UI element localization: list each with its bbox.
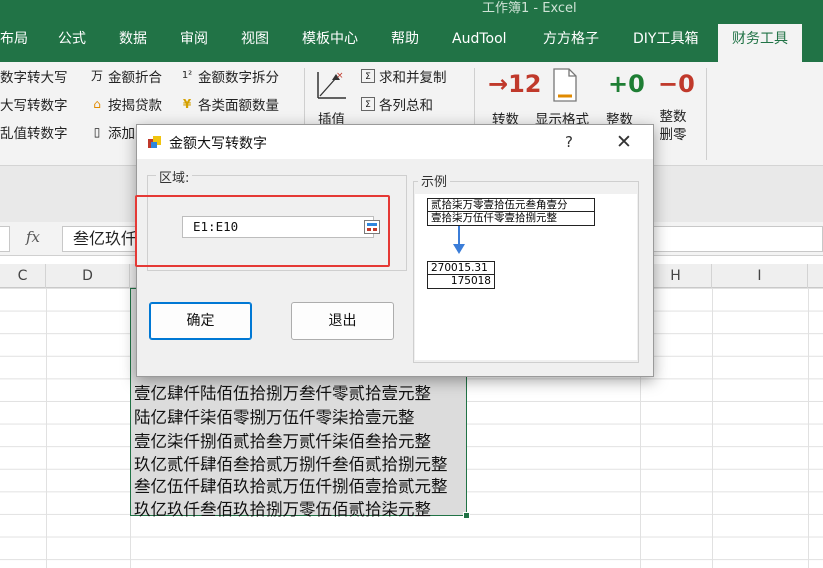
tab-help[interactable]: 帮助 [391,24,419,54]
upper-to-number-label: 大写转数字 [0,98,68,114]
upper-to-number-dialog: 金额大写转数字 ? ✕ 区域: E1:E10 确定 退出 示例 贰拾柒万零壹拾伍… [135,124,654,377]
wan-icon: 万 [90,69,103,83]
column-header-d[interactable]: D [46,264,130,288]
tab-data[interactable]: 数据 [119,24,147,54]
excel-title-bar: 工作簿1 - Excel 布局 公式 数据 审阅 视图 模板中心 帮助 AudT… [0,0,823,62]
cell-e6[interactable]: 陆亿肆仟柒佰零捌万伍仟零柒拾壹元整 [134,404,415,428]
help-button[interactable]: ? [557,130,581,154]
example-upper-2: 壹拾柒万伍仟零壹拾捌元整 [427,211,595,226]
tab-view[interactable]: 视图 [241,24,269,54]
amount-convert-label: 金额折合 [108,70,162,86]
add-button[interactable]: ▯ 添加 [90,122,135,142]
convert-number-icon: →12 [488,70,542,98]
mortgage-button[interactable]: ⌂ 按揭贷款 [90,94,162,114]
example-label: 示例 [418,171,451,190]
integer-remove-zero-label[interactable]: 整数删零 [657,108,689,144]
svg-text:×: × [336,71,344,81]
document-icon [552,68,578,102]
fill-handle[interactable] [463,512,470,519]
cell-e5[interactable]: 壹亿肆仟陆佰伍拾捌万叁仟零贰拾壹元整 [134,380,431,404]
cell-e7[interactable]: 壹亿柒仟捌佰贰拾叁万贰仟柒佰叁拾元整 [134,428,431,452]
cell-e10[interactable]: 玖亿玖仟叁佰玖拾捌万零伍佰贰拾柒元整 [134,496,431,520]
amount-convert-button[interactable]: 万 金额折合 [90,66,162,86]
example-group: 示例 贰拾柒万零壹拾伍元叁角壹分 壹拾柒万伍仟零壹拾捌元整 270015.31 … [413,171,639,363]
add-label: 添加 [108,126,135,142]
arrow-down-icon [451,226,467,256]
ok-button[interactable]: 确定 [149,302,252,340]
sigma-icon: Σ [361,97,375,111]
number-to-upper-button[interactable]: 数字转大写 [0,66,68,86]
window-title: 工作簿1 - Excel [482,1,577,16]
cell-e9[interactable]: 叁亿伍仟肆佰玖拾贰万伍仟捌佰壹拾贰元整 [134,473,448,497]
upper-to-number-button[interactable]: 大写转数字 [0,94,68,114]
grid-line [46,288,47,568]
tab-audtool[interactable]: AudTool [452,24,507,54]
column-totals-label: 各列总和 [379,98,433,114]
tab-template-center[interactable]: 模板中心 [302,24,358,54]
bookmark-icon: ▯ [93,125,101,139]
app-icon [147,134,163,150]
fx-icon[interactable]: fx [26,228,40,246]
grid-line [808,288,809,568]
yen-icon: ¥ [182,97,192,111]
tab-review[interactable]: 审阅 [180,24,208,54]
column-header-i[interactable]: I [712,264,808,288]
integer-icon: +0 [608,70,645,98]
insert-value-icon: × [312,66,352,102]
house-icon: ⌂ [93,97,101,111]
number-to-upper-label: 数字转大写 [0,70,68,86]
area-label: 区域: [156,167,193,186]
tab-finance-tools[interactable]: 财务工具 [718,24,802,62]
messy-to-number-button[interactable]: 乱值转数字 [0,122,68,142]
ribbon-separator [706,68,707,160]
digits-icon: 1² [181,70,193,81]
example-panel: 贰拾柒万零壹拾伍元叁角壹分 壹拾柒万伍仟零壹拾捌元整 270015.31 175… [415,194,637,360]
tab-formulas[interactable]: 公式 [58,24,86,54]
grid-line [712,288,713,568]
tab-fangfangezi[interactable]: 方方格子 [543,24,599,54]
dialog-title: 金额大写转数字 [169,136,267,152]
exit-button[interactable]: 退出 [291,302,394,340]
column-totals-button[interactable]: Σ 各列总和 [361,94,433,114]
highlight-annotation [135,195,390,267]
denomination-count-label: 各类面额数量 [198,98,279,114]
tab-diy-toolbox[interactable]: DIY工具箱 [633,24,698,54]
close-button[interactable]: ✕ [609,129,639,155]
amount-split-label: 金额数字拆分 [198,70,279,86]
mortgage-label: 按揭贷款 [108,98,162,114]
amount-split-button[interactable]: 1² 金额数字拆分 [180,66,279,86]
example-number-2: 175018 [427,274,495,289]
integer-remove-zero-glyph: −0 [658,70,695,98]
cell-e8[interactable]: 玖亿贰仟肆佰叁拾贰万捌仟叁佰贰拾捌元整 [134,451,448,475]
sigma-icon: Σ [361,69,375,83]
sum-and-copy-button[interactable]: Σ 求和并复制 [361,66,447,86]
dialog-title-bar[interactable]: 金额大写转数字 ? ✕ [137,125,653,159]
messy-to-number-label: 乱值转数字 [0,126,68,142]
tab-layout[interactable]: 布局 [0,24,28,54]
integer-remove-zero-icon: −0 [658,70,695,98]
sum-and-copy-label: 求和并复制 [379,70,447,86]
column-header-c[interactable]: C [0,264,46,288]
name-box[interactable] [0,226,10,252]
denomination-count-button[interactable]: ¥ 各类面额数量 [180,94,279,114]
